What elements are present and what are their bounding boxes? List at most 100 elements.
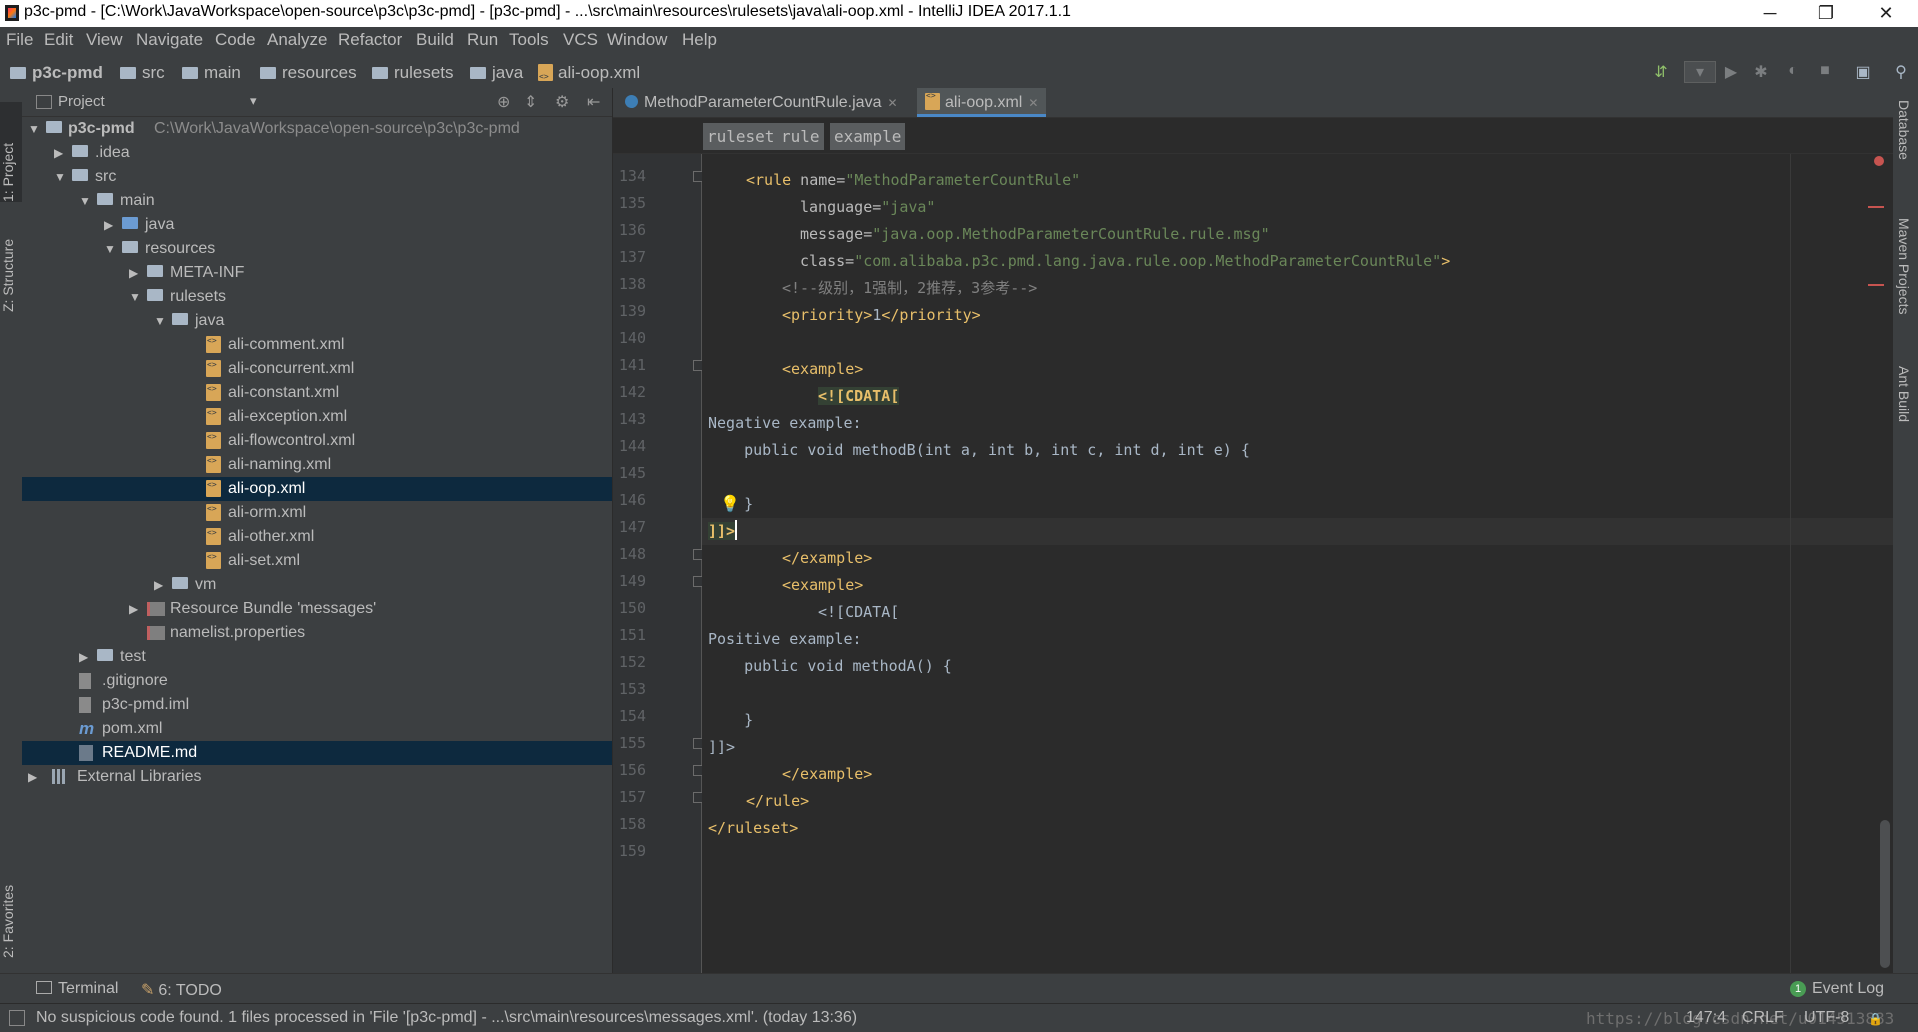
collapsed-arrow-icon[interactable]: ▶ <box>154 573 166 597</box>
tree-item-file[interactable]: ali-comment.xml <box>22 329 612 357</box>
collapse-all-icon[interactable]: ⇕ <box>524 92 537 112</box>
error-stripe-mark[interactable] <box>1868 206 1884 208</box>
project-tool-button[interactable]: 1: Project <box>0 102 22 202</box>
tree-item-project-root[interactable]: ▼ p3c-pmd C:\Work\JavaWorkspace\open-sou… <box>22 117 612 141</box>
run-config-dropdown[interactable]: ▾ <box>1684 61 1716 83</box>
expanded-arrow-icon[interactable]: ▼ <box>54 165 66 189</box>
expanded-arrow-icon[interactable]: ▼ <box>104 237 116 261</box>
tree-item-file[interactable]: ali-flowcontrol.xml <box>22 425 612 453</box>
tree-item-file[interactable]: p3c-pmd.iml <box>22 693 612 717</box>
expanded-arrow-icon[interactable]: ▼ <box>129 285 141 309</box>
menu-file[interactable]: File <box>6 30 33 50</box>
stop-icon[interactable]: ■ <box>1816 62 1834 80</box>
tree-item-idea[interactable]: ▶ .idea <box>22 141 612 165</box>
tree-item-resources[interactable]: ▼ resources <box>22 237 612 261</box>
menu-build[interactable]: Build <box>416 30 454 50</box>
menu-window[interactable]: Window <box>607 30 667 50</box>
menu-code[interactable]: Code <box>215 30 256 50</box>
menu-edit[interactable]: Edit <box>44 30 73 50</box>
tree-item-file[interactable]: .gitignore <box>22 669 612 693</box>
debug-icon[interactable]: ✱ <box>1752 62 1770 81</box>
close-tab-icon[interactable]: ✕ <box>1028 96 1038 110</box>
tab-ali-oop[interactable]: ali-oop.xml✕ <box>917 81 1047 117</box>
expanded-arrow-icon[interactable]: ▼ <box>154 309 166 333</box>
favorites-tool-button[interactable]: 2: Favorites <box>0 868 22 958</box>
tree-item-file-selected[interactable]: README.md <box>22 741 612 765</box>
search-everywhere-icon[interactable]: ⚲ <box>1892 62 1910 81</box>
tree-item-file[interactable]: ali-naming.xml <box>22 449 612 477</box>
nav-crumb-java[interactable]: java <box>470 63 523 83</box>
close-button[interactable]: ✕ <box>1858 0 1914 27</box>
caret-position[interactable]: 147:4 <box>1686 1009 1726 1027</box>
tree-item-file[interactable]: ali-concurrent.xml <box>22 353 612 381</box>
tree-item-file[interactable]: namelist.properties <box>22 621 612 645</box>
tree-item-file-selected[interactable]: ali-oop.xml <box>22 473 612 501</box>
todo-tool-button[interactable]: ✎ 6: TODO <box>141 980 222 1000</box>
tree-item-file[interactable]: ali-set.xml <box>22 545 612 573</box>
tree-item-test[interactable]: ▶ test <box>22 645 612 669</box>
nav-crumb-main[interactable]: main <box>182 63 241 83</box>
database-tool-button[interactable]: Database <box>1896 100 1912 160</box>
breadcrumb-example[interactable]: example <box>830 123 906 150</box>
tree-item-file[interactable]: m pom.xml <box>22 717 612 741</box>
tree-item-file[interactable]: ali-orm.xml <box>22 497 612 525</box>
ant-build-tool-button[interactable]: Ant Build <box>1896 366 1912 422</box>
nav-crumb-project[interactable]: p3c-pmd <box>10 63 103 83</box>
terminal-tool-button[interactable]: Terminal <box>36 980 118 998</box>
close-tab-icon[interactable]: ✕ <box>887 96 897 110</box>
tree-item-meta-inf[interactable]: ▶ META-INF <box>22 261 612 285</box>
expanded-arrow-icon[interactable]: ▼ <box>79 189 91 213</box>
run-icon[interactable]: ▶ <box>1722 62 1740 81</box>
tree-item-src[interactable]: ▼ src <box>22 165 612 189</box>
tree-item-resource-bundle[interactable]: ▶ Resource Bundle 'messages' <box>22 597 612 621</box>
nav-crumb-resources[interactable]: resources <box>260 63 357 83</box>
tree-item-rulesets[interactable]: ▼ rulesets <box>22 285 612 309</box>
project-view-dropdown[interactable]: ▾ <box>250 93 257 109</box>
tree-item-main[interactable]: ▼ main <box>22 189 612 213</box>
maven-projects-tool-button[interactable]: Maven Projects <box>1896 218 1912 314</box>
coverage-icon[interactable]: ◐ <box>1784 62 1802 80</box>
nav-crumb-rulesets[interactable]: rulesets <box>372 63 454 83</box>
tab-method-parameter-count-rule[interactable]: MethodParameterCountRule.java ✕ <box>617 88 906 117</box>
restore-button[interactable]: ❐ <box>1798 0 1854 27</box>
tree-item-java[interactable]: ▼ java <box>22 309 612 333</box>
menu-run[interactable]: Run <box>467 30 498 50</box>
event-log-tool-button[interactable]: 1 Event Log <box>1790 980 1884 998</box>
lock-icon[interactable]: 🔒 <box>1868 1012 1883 1026</box>
vertical-scrollbar[interactable] <box>1880 820 1890 968</box>
collapsed-arrow-icon[interactable]: ▶ <box>79 645 91 669</box>
menu-refactor[interactable]: Refactor <box>338 30 402 50</box>
tree-item-java-src[interactable]: ▶ java <box>22 213 612 237</box>
file-encoding[interactable]: UTF-8 <box>1804 1009 1849 1027</box>
collapsed-arrow-icon[interactable]: ▶ <box>104 213 116 237</box>
error-stripe-mark[interactable] <box>1868 284 1884 286</box>
collapsed-arrow-icon[interactable]: ▶ <box>129 261 141 285</box>
line-separator[interactable]: CRLF <box>1742 1009 1784 1027</box>
tree-item-file[interactable]: ali-other.xml <box>22 521 612 549</box>
collapsed-arrow-icon[interactable]: ▶ <box>129 597 141 621</box>
menu-help[interactable]: Help <box>682 30 717 50</box>
menu-analyze[interactable]: Analyze <box>267 30 327 50</box>
nav-crumb-file[interactable]: ali-oop.xml <box>538 63 640 83</box>
menu-view[interactable]: View <box>86 30 123 50</box>
tree-item-file[interactable]: ali-constant.xml <box>22 377 612 405</box>
run-config-icon[interactable]: ⇵ <box>1652 62 1670 81</box>
tree-item-file[interactable]: ali-exception.xml <box>22 401 612 429</box>
collapsed-arrow-icon[interactable]: ▶ <box>28 765 40 789</box>
hide-panel-icon[interactable]: ⇤ <box>587 92 600 112</box>
breadcrumb-rule[interactable]: rule <box>777 123 824 150</box>
minimize-button[interactable]: ─ <box>1742 0 1798 27</box>
tree-item-vm[interactable]: ▶ vm <box>22 573 612 597</box>
project-structure-icon[interactable]: ▣ <box>1854 62 1872 81</box>
collapsed-arrow-icon[interactable]: ▶ <box>54 141 66 165</box>
menu-tools[interactable]: Tools <box>509 30 549 50</box>
code-editor[interactable]: <rule name="MethodParameterCountRule" la… <box>702 154 1893 973</box>
scroll-from-source-icon[interactable]: ⊕ <box>497 92 510 112</box>
tool-windows-toggle-icon[interactable] <box>9 1010 25 1026</box>
expanded-arrow-icon[interactable]: ▼ <box>28 117 40 141</box>
structure-tool-button[interactable]: Z: Structure <box>0 212 22 312</box>
tree-item-external-libraries[interactable]: ▶ External Libraries <box>22 765 612 789</box>
breadcrumb-ruleset[interactable]: ruleset <box>703 123 779 150</box>
settings-gear-icon[interactable]: ⚙ <box>555 92 569 112</box>
menu-navigate[interactable]: Navigate <box>136 30 203 50</box>
